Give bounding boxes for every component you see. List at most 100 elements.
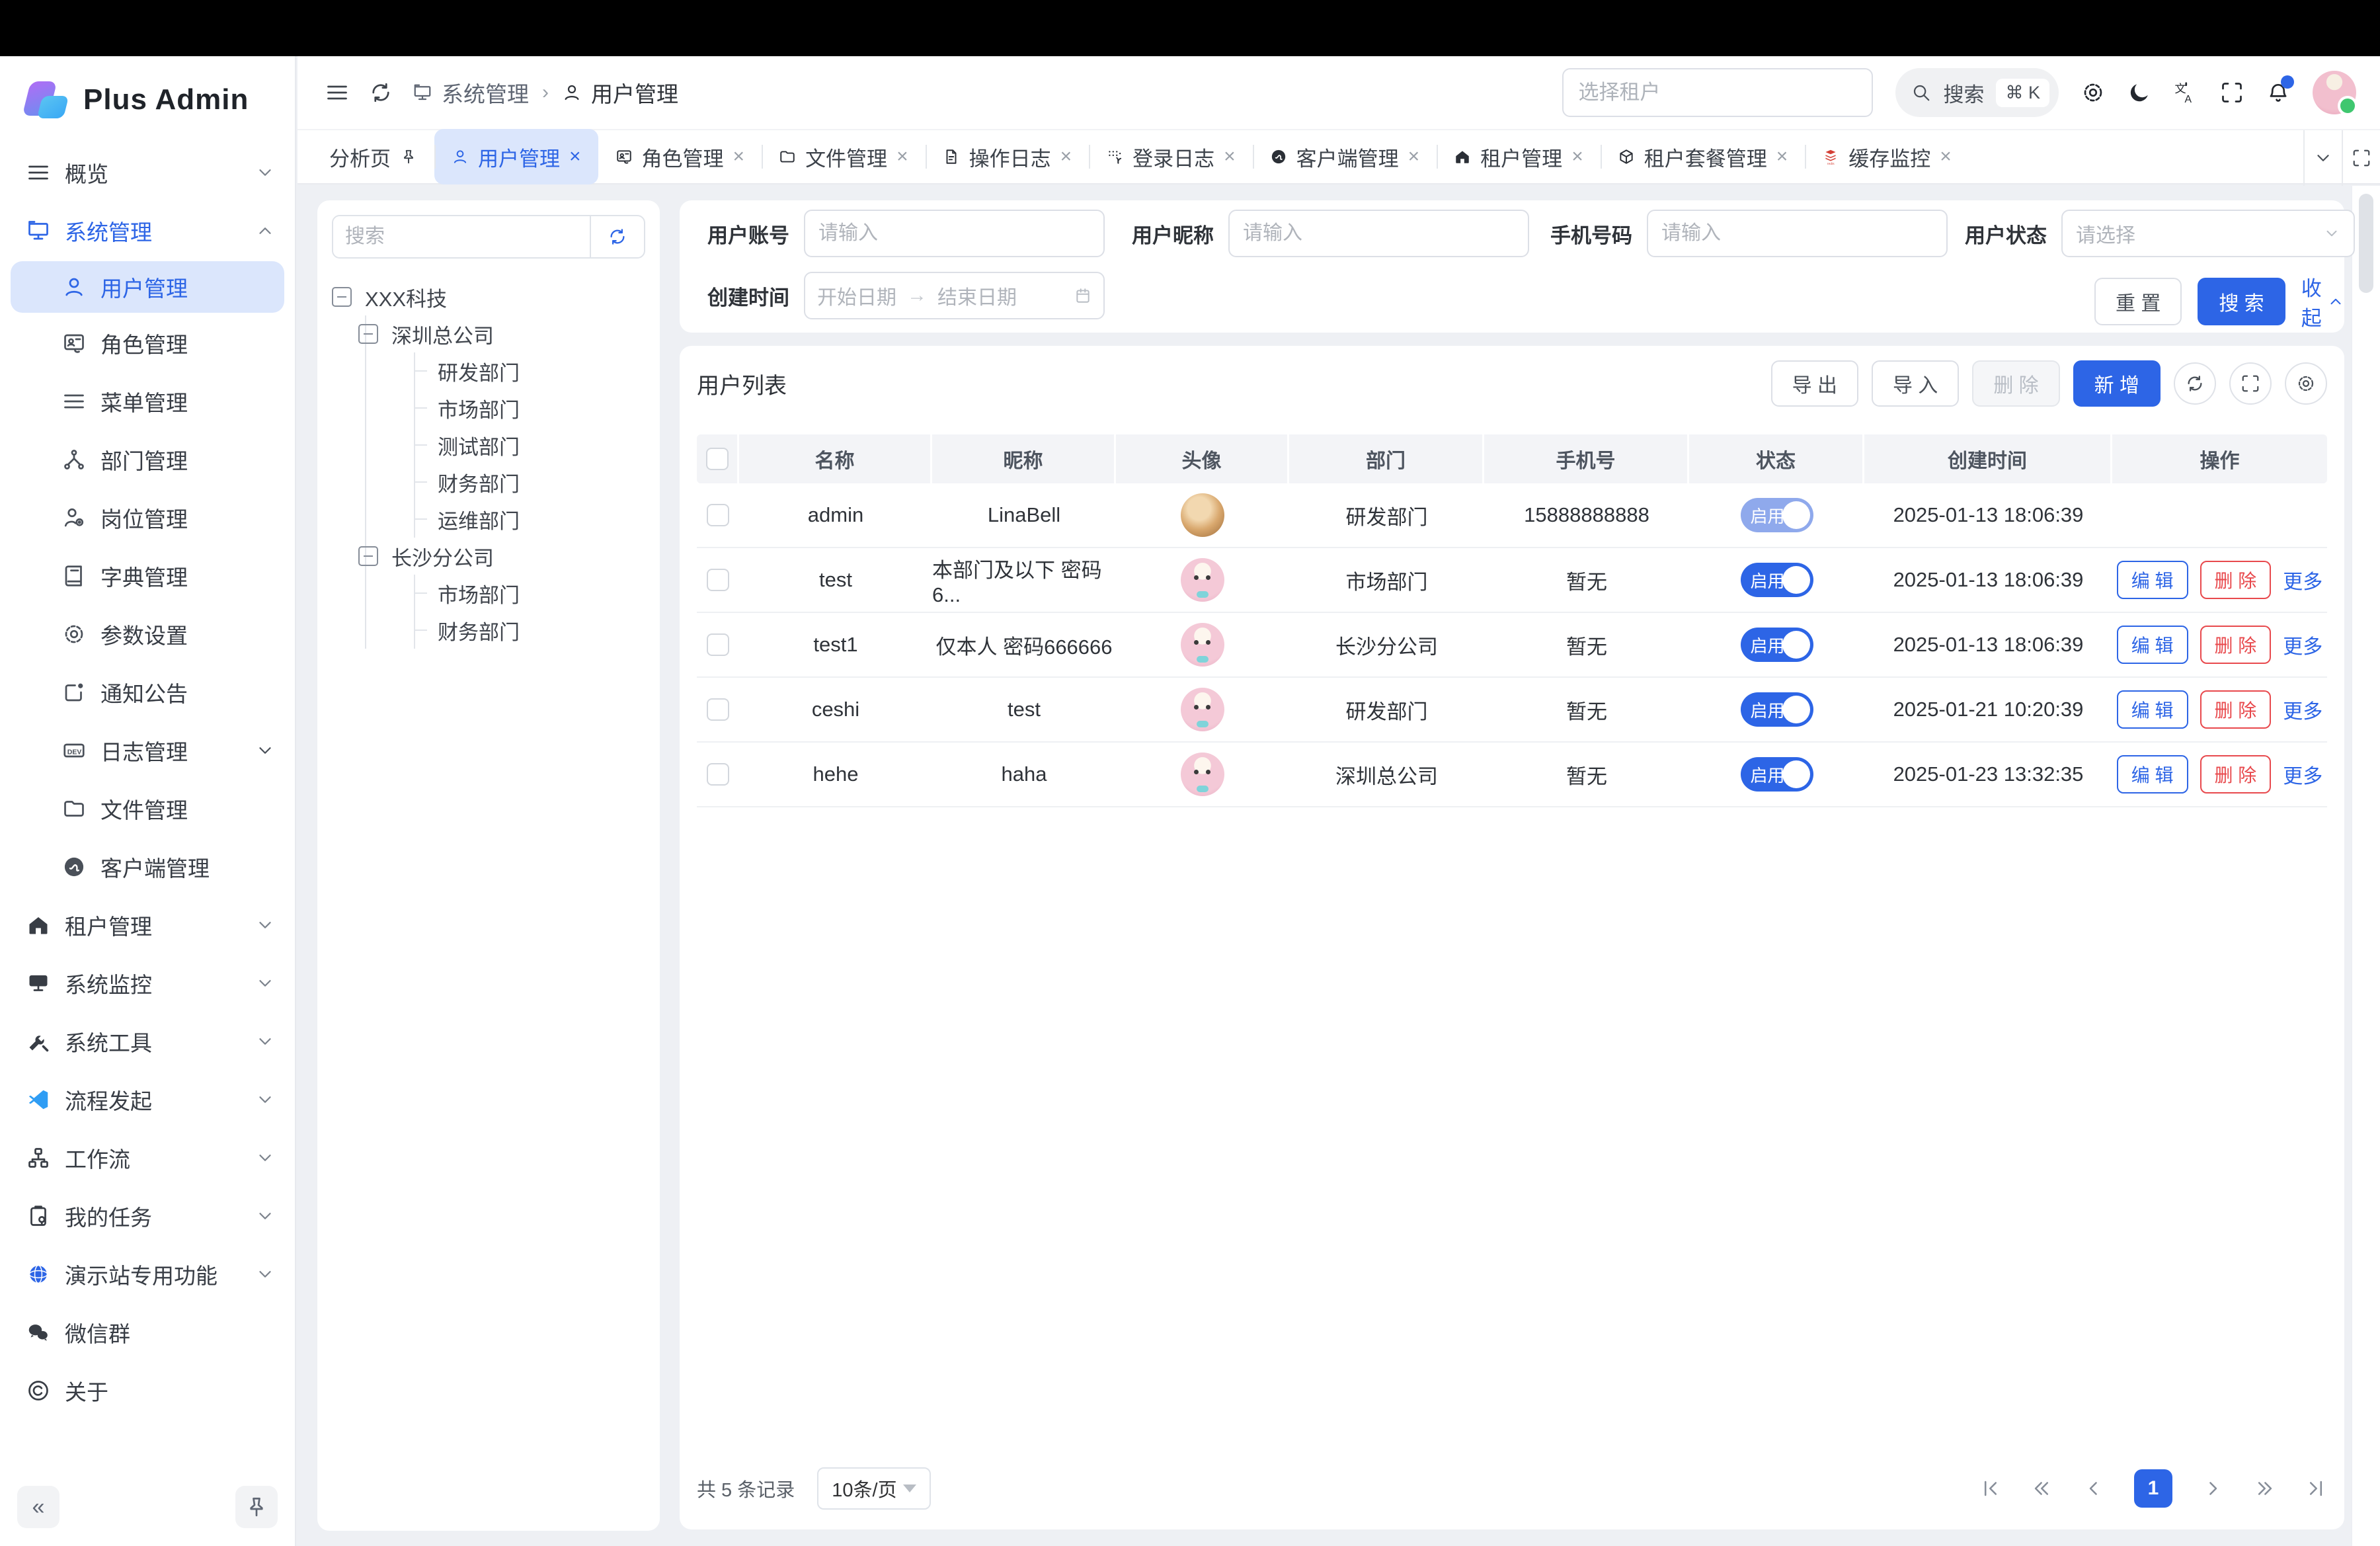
row-checkbox[interactable] xyxy=(707,633,729,656)
row-checkbox[interactable] xyxy=(707,504,729,526)
scrollbar-track[interactable] xyxy=(2351,186,2380,1546)
tab-file-management[interactable]: 文件管理 × xyxy=(762,129,926,184)
sidebar-item-param-settings[interactable]: 参数设置 xyxy=(0,605,295,663)
close-icon[interactable]: × xyxy=(1571,147,1583,167)
more-button[interactable]: 更多 xyxy=(2283,695,2322,724)
close-icon[interactable]: × xyxy=(1408,147,1420,167)
tab-cache-monitor[interactable]: 缓存监控 × xyxy=(1805,129,1969,184)
collapse-box-icon[interactable] xyxy=(332,287,352,307)
tab-analysis[interactable]: 分析页 xyxy=(312,129,434,184)
language-switch-button[interactable] xyxy=(2174,81,2198,104)
table-refresh-button[interactable] xyxy=(2174,362,2216,405)
status-toggle[interactable]: 启用 xyxy=(1741,692,1813,727)
close-icon[interactable]: × xyxy=(1224,147,1236,167)
refresh-page-button[interactable] xyxy=(369,81,393,104)
created-date-range[interactable]: 开始日期 → 结束日期 xyxy=(804,272,1105,319)
sidebar-pin-button[interactable] xyxy=(235,1486,278,1528)
tab-role-management[interactable]: 角色管理 × xyxy=(598,129,762,184)
tab-operation-log[interactable]: 操作日志 × xyxy=(926,129,1090,184)
tree-node-leaf[interactable]: 市场部门 xyxy=(415,575,645,612)
row-checkbox[interactable] xyxy=(707,698,729,721)
tree-search-input[interactable] xyxy=(333,216,590,257)
status-toggle[interactable]: 启用 xyxy=(1741,498,1813,532)
status-toggle[interactable]: 启用 xyxy=(1741,757,1813,792)
last-page-button[interactable] xyxy=(2305,1477,2327,1500)
nickname-input[interactable] xyxy=(1228,210,1529,257)
filter-search-button[interactable]: 搜 索 xyxy=(2198,278,2285,325)
current-page-button[interactable]: 1 xyxy=(2134,1469,2172,1508)
sidebar-item-workflow[interactable]: 工作流 xyxy=(0,1129,295,1187)
status-select[interactable]: 请选择 xyxy=(2061,210,2355,257)
sidebar-item-my-tasks[interactable]: 我的任务 xyxy=(0,1187,295,1245)
tree-node-leaf[interactable]: 财务部门 xyxy=(415,464,645,501)
tab-list-dropdown-button[interactable] xyxy=(2303,130,2342,186)
tree-node-branch[interactable]: 深圳总公司 xyxy=(358,315,645,352)
sidebar-item-overview[interactable]: 概览 xyxy=(0,143,295,202)
edit-button[interactable]: 编 辑 xyxy=(2117,690,2188,729)
tree-node-leaf[interactable]: 研发部门 xyxy=(415,352,645,389)
collapse-box-icon[interactable] xyxy=(358,546,378,566)
tree-refresh-button[interactable] xyxy=(590,216,644,257)
content-fullscreen-button[interactable] xyxy=(2342,130,2380,186)
edit-button[interactable]: 编 辑 xyxy=(2117,755,2188,793)
close-icon[interactable]: × xyxy=(733,147,745,167)
first-page-button[interactable] xyxy=(1979,1477,2002,1500)
export-button[interactable]: 导 出 xyxy=(1771,360,1858,407)
sidebar-item-process-start[interactable]: 流程发起 xyxy=(0,1071,295,1129)
tab-login-log[interactable]: 登录日志 × xyxy=(1089,129,1253,184)
delete-button[interactable]: 删 除 xyxy=(2200,755,2272,793)
delete-button[interactable]: 删 除 xyxy=(2200,561,2272,599)
close-icon[interactable]: × xyxy=(569,147,581,167)
sidebar-item-about[interactable]: 关于 xyxy=(0,1362,295,1420)
more-button[interactable]: 更多 xyxy=(2283,760,2322,789)
tab-user-management[interactable]: 用户管理 × xyxy=(434,129,598,184)
scrollbar-thumb[interactable] xyxy=(2359,194,2373,293)
close-icon[interactable]: × xyxy=(1940,147,1952,167)
row-checkbox[interactable] xyxy=(707,569,729,591)
row-checkbox[interactable] xyxy=(707,763,729,786)
tree-node-leaf[interactable]: 市场部门 xyxy=(415,389,645,427)
reset-button[interactable]: 重 置 xyxy=(2094,278,2182,325)
close-icon[interactable]: × xyxy=(1776,147,1788,167)
status-toggle[interactable]: 启用 xyxy=(1741,563,1813,597)
close-icon[interactable]: × xyxy=(896,147,908,167)
tab-tenant-management[interactable]: 租户管理 × xyxy=(1437,129,1601,184)
tab-client-management[interactable]: 客户端管理 × xyxy=(1253,129,1437,184)
table-fullscreen-button[interactable] xyxy=(2229,362,2272,405)
edit-button[interactable]: 编 辑 xyxy=(2117,626,2188,664)
sidebar-item-role-management[interactable]: 角色管理 xyxy=(0,314,295,372)
pin-icon[interactable] xyxy=(400,148,417,165)
more-button[interactable]: 更多 xyxy=(2283,630,2322,659)
next-page-button[interactable] xyxy=(2202,1477,2224,1500)
sidebar-item-tenant-management[interactable]: 租户管理 xyxy=(0,896,295,954)
sidebar-item-system-tools[interactable]: 系统工具 xyxy=(0,1012,295,1071)
user-avatar[interactable] xyxy=(2313,71,2356,114)
app-logo[interactable]: Plus Admin xyxy=(0,56,295,129)
fullscreen-button[interactable] xyxy=(2220,81,2244,104)
breadcrumb-system[interactable]: 系统管理 xyxy=(442,77,529,108)
tenant-select[interactable] xyxy=(1562,68,1873,117)
prev-page-button[interactable] xyxy=(2082,1477,2105,1500)
delete-button[interactable]: 删 除 xyxy=(2200,626,2272,664)
batch-delete-button[interactable]: 删 除 xyxy=(1972,360,2059,407)
tree-node-leaf[interactable]: 测试部门 xyxy=(415,427,645,464)
sidebar-item-system-management[interactable]: 系统管理 xyxy=(0,202,295,260)
collapse-box-icon[interactable] xyxy=(358,324,378,344)
sidebar-item-demo-features[interactable]: 演示站专用功能 xyxy=(0,1245,295,1303)
sidebar-item-department-management[interactable]: 部门管理 xyxy=(0,430,295,489)
sidebar-item-log-management[interactable]: 日志管理 xyxy=(0,721,295,780)
collapse-filter-button[interactable]: 收起 xyxy=(2301,272,2344,331)
sidebar-item-file-management[interactable]: 文件管理 xyxy=(0,780,295,838)
tree-node-branch[interactable]: 长沙分公司 xyxy=(358,538,645,575)
sidebar-item-system-monitor[interactable]: 系统监控 xyxy=(0,954,295,1012)
tree-node-leaf[interactable]: 运维部门 xyxy=(415,501,645,538)
sidebar-item-menu-management[interactable]: 菜单管理 xyxy=(0,372,295,430)
collapse-menu-button[interactable] xyxy=(325,81,349,104)
notifications-button[interactable] xyxy=(2266,81,2290,104)
sidebar-item-notice[interactable]: 通知公告 xyxy=(0,663,295,721)
sidebar-item-client-management[interactable]: 客户端管理 xyxy=(0,838,295,896)
edit-button[interactable]: 编 辑 xyxy=(2117,561,2188,599)
prev-5-pages-button[interactable] xyxy=(2031,1477,2053,1500)
table-settings-button[interactable] xyxy=(2285,362,2327,405)
delete-button[interactable]: 删 除 xyxy=(2200,690,2272,729)
